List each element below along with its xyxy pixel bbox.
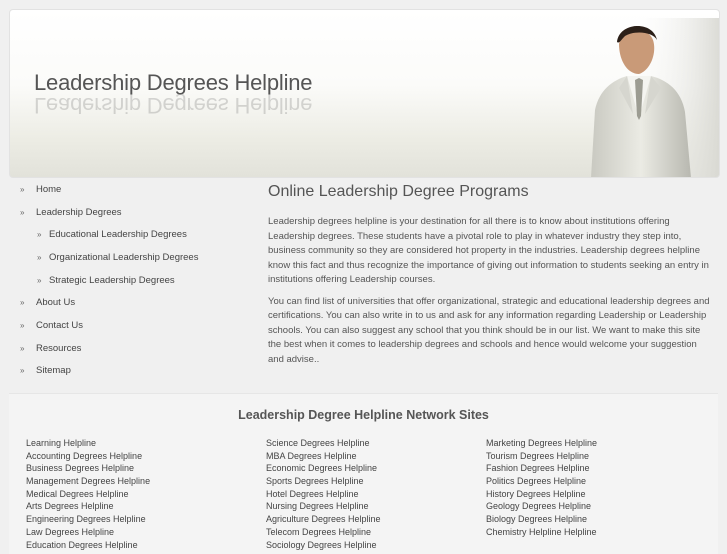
network-link[interactable]: Economic Degrees Helpline: [266, 463, 381, 476]
network-link[interactable]: Agriculture Degrees Helpline: [266, 514, 381, 527]
nav-item[interactable]: » Sitemap: [9, 360, 257, 383]
nav-item[interactable]: » Contact Us: [9, 314, 257, 337]
bullet-icon: »: [20, 366, 25, 376]
site-header: Leadership Degrees Helpline Leadership D…: [9, 9, 720, 178]
bullet-icon: »: [20, 298, 25, 308]
network-link[interactable]: Law Degrees Helpline: [26, 527, 150, 540]
nav-item-label[interactable]: Leadership Degrees: [36, 207, 122, 218]
network-link[interactable]: Learning Helpline: [26, 438, 150, 451]
nav-item-label[interactable]: Educational Leadership Degrees: [49, 229, 187, 240]
main-content: Online Leadership Degree Programs Leader…: [268, 183, 713, 374]
network-link[interactable]: Education Degrees Helpline: [26, 540, 150, 553]
network-link[interactable]: Science Degrees Helpline: [266, 438, 381, 451]
network-sites-section: Leadership Degree Helpline Network Sites…: [9, 393, 718, 554]
nav-item[interactable]: » Resources: [9, 337, 257, 360]
nav-item-label[interactable]: Resources: [36, 343, 81, 354]
bullet-icon: »: [20, 184, 25, 194]
nav-item-label[interactable]: About Us: [36, 297, 75, 308]
network-link[interactable]: Biology Degrees Helpline: [486, 514, 597, 527]
nav-item[interactable]: » Home: [9, 178, 257, 201]
page-heading: Online Leadership Degree Programs: [268, 183, 529, 200]
nav-item-label[interactable]: Organizational Leadership Degrees: [49, 252, 198, 263]
network-link[interactable]: Arts Degrees Helpline: [26, 501, 150, 514]
bullet-icon: »: [20, 207, 25, 217]
network-column-2: Science Degrees Helpline MBA Degrees Help…: [266, 438, 381, 552]
network-link[interactable]: Management Degrees Helpline: [26, 476, 150, 489]
network-link[interactable]: Politics Degrees Helpline: [486, 476, 597, 489]
network-link[interactable]: Sports Degrees Helpline: [266, 476, 381, 489]
nav-item[interactable]: » Strategic Leadership Degrees: [9, 269, 257, 292]
network-link[interactable]: Tourism Degrees Helpline: [486, 451, 597, 464]
network-link[interactable]: Sociology Degrees Helpline: [266, 540, 381, 553]
network-link[interactable]: Nursing Degrees Helpline: [266, 501, 381, 514]
sidebar-nav: » Home » Leadership Degrees » Educational Lea…: [9, 178, 257, 382]
network-link[interactable]: Telecom Degrees Helpline: [266, 527, 381, 540]
bullet-icon: »: [37, 252, 42, 262]
network-link[interactable]: Business Degrees Helpline: [26, 463, 150, 476]
nav-item[interactable]: » Educational Leadership Degrees: [9, 223, 257, 246]
nav-item[interactable]: » Leadership Degrees: [9, 201, 257, 224]
network-link[interactable]: Geology Degrees Helpline: [486, 501, 597, 514]
network-link[interactable]: Fashion Degrees Helpline: [486, 463, 597, 476]
bullet-icon: »: [20, 343, 25, 353]
network-link[interactable]: MBA Degrees Helpline: [266, 451, 381, 464]
bullet-icon: »: [37, 230, 42, 240]
nav-item-label[interactable]: Home: [36, 184, 61, 195]
network-link[interactable]: Hotel Degrees Helpline: [266, 489, 381, 502]
network-column-1: Learning Helpline Accounting Degrees Help…: [26, 438, 150, 552]
network-column-3: Marketing Degrees Helpline Tourism Degree…: [486, 438, 597, 540]
nav-item[interactable]: » Organizational Leadership Degrees: [9, 246, 257, 269]
network-link[interactable]: History Degrees Helpline: [486, 489, 597, 502]
network-link[interactable]: Accounting Degrees Helpline: [26, 451, 150, 464]
network-heading: Leadership Degree Helpline Network Sites: [238, 408, 489, 422]
bullet-icon: »: [20, 320, 25, 330]
nav-item[interactable]: » About Us: [9, 291, 257, 314]
info-paragraph: You can find list of universities that o…: [268, 295, 710, 365]
intro-paragraph: Leadership degrees helpline is your dest…: [268, 216, 709, 285]
businessman-image: [591, 18, 719, 177]
bullet-icon: »: [37, 275, 42, 285]
network-link[interactable]: Chemistry Helpline Helpline: [486, 527, 597, 540]
nav-item-label[interactable]: Contact Us: [36, 320, 83, 331]
network-link[interactable]: Marketing Degrees Helpline: [486, 438, 597, 451]
nav-item-label[interactable]: Strategic Leadership Degrees: [49, 275, 175, 286]
network-link[interactable]: Medical Degrees Helpline: [26, 489, 150, 502]
network-link[interactable]: Engineering Degrees Helpline: [26, 514, 150, 527]
site-title-reflection: Leadership Degrees Helpline: [34, 93, 313, 118]
nav-item-label[interactable]: Sitemap: [36, 365, 71, 376]
